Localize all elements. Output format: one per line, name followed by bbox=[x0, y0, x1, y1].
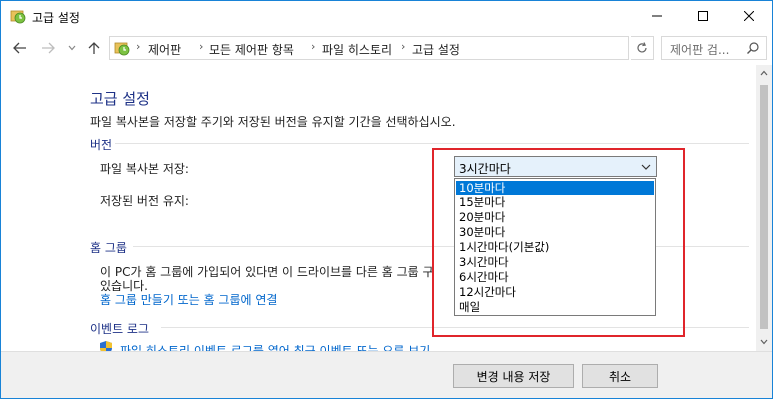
scrollbar-thumb[interactable] bbox=[760, 85, 768, 329]
save-frequency-dropdown-list: 10분마다 15분마다 20분마다 30분마다 1시간마다(기본값) 3시간마다… bbox=[454, 178, 656, 316]
save-frequency-combobox[interactable]: 3시간마다 bbox=[454, 156, 657, 177]
cancel-button[interactable]: 취소 bbox=[582, 364, 658, 388]
forward-button[interactable] bbox=[39, 39, 57, 57]
refresh-button[interactable] bbox=[631, 36, 654, 60]
back-button[interactable] bbox=[11, 39, 29, 57]
breadcrumb-control-panel[interactable]: 제어판 bbox=[148, 41, 181, 58]
window-title: 고급 설정 bbox=[32, 11, 80, 25]
forward-arrow-icon bbox=[42, 42, 55, 54]
dropdown-option[interactable]: 20분마다 bbox=[456, 210, 654, 224]
chevron-down-icon bbox=[68, 45, 76, 51]
close-button[interactable] bbox=[726, 1, 772, 31]
recent-locations-button[interactable] bbox=[63, 39, 81, 57]
scroll-up-icon[interactable] bbox=[760, 70, 768, 76]
breadcrumb-all-items[interactable]: 모든 제어판 항목 bbox=[209, 41, 294, 58]
keep-versions-label: 저장된 버전 유지: bbox=[100, 194, 189, 208]
page-description: 파일 복사본을 저장할 주기와 저장된 버전을 유지할 기간을 선택하십시오. bbox=[90, 115, 456, 129]
minimize-button[interactable] bbox=[634, 1, 680, 31]
homegroup-link[interactable]: 홈 그룹 만들기 또는 홈 그룹에 연결 bbox=[100, 291, 277, 308]
close-icon bbox=[744, 11, 754, 21]
homegroup-section-header: 홈 그룹 bbox=[90, 241, 127, 255]
scroll-down-icon[interactable] bbox=[760, 339, 768, 345]
versions-section-header: 버전 bbox=[90, 138, 113, 152]
maximize-icon bbox=[698, 11, 708, 21]
save-changes-button[interactable]: 변경 내용 저장 bbox=[453, 364, 574, 388]
navigation-bar: › 제어판 › 모든 제어판 항목 › 파일 히스토리 › 고급 설정 제어판 … bbox=[1, 31, 772, 65]
chevron-down-icon bbox=[641, 164, 651, 170]
advanced-settings-window: 고급 설정 › 제어판 › 모든 제어판 항목 › 파일 히스토리 › 고급 설… bbox=[0, 0, 773, 399]
chevron-right-icon: › bbox=[199, 40, 204, 53]
address-bar[interactable]: › 제어판 › 모든 제어판 항목 › 파일 히스토리 › 고급 설정 bbox=[109, 36, 731, 60]
file-history-icon bbox=[10, 10, 26, 24]
dropdown-option[interactable]: 6시간마다 bbox=[456, 270, 654, 284]
back-arrow-icon bbox=[13, 42, 26, 54]
dropdown-option[interactable]: 30분마다 bbox=[456, 225, 654, 239]
dialog-footer: 변경 내용 저장 취소 bbox=[1, 351, 772, 398]
vertical-scrollbar[interactable] bbox=[756, 65, 772, 351]
control-panel-icon bbox=[114, 42, 130, 56]
search-icon[interactable] bbox=[746, 41, 760, 55]
chevron-right-icon: › bbox=[311, 40, 316, 53]
search-placeholder: 제어판 검... bbox=[670, 43, 730, 57]
dropdown-option[interactable]: 3시간마다 bbox=[456, 255, 654, 269]
dropdown-option[interactable]: 15분마다 bbox=[456, 195, 654, 209]
page-title: 고급 설정 bbox=[90, 90, 150, 108]
title-bar: 고급 설정 bbox=[1, 1, 772, 31]
save-copies-label: 파일 복사본 저장: bbox=[100, 162, 189, 176]
section-divider bbox=[115, 143, 749, 144]
up-button[interactable] bbox=[85, 39, 103, 57]
eventlog-section-header: 이벤트 로그 bbox=[90, 322, 150, 336]
breadcrumb-file-history[interactable]: 파일 히스토리 bbox=[322, 41, 392, 58]
refresh-icon bbox=[637, 42, 647, 53]
chevron-right-icon: › bbox=[401, 40, 406, 53]
search-box[interactable]: 제어판 검... bbox=[661, 36, 767, 60]
homegroup-description: 이 PC가 홈 그룹에 가입되어 있다면 이 드라이브를 다른 홈 그룹 구 bbox=[100, 265, 434, 279]
dropdown-option[interactable]: 매일 bbox=[456, 300, 654, 314]
section-divider bbox=[161, 327, 749, 328]
maximize-button[interactable] bbox=[680, 1, 726, 31]
up-arrow-icon bbox=[88, 42, 100, 54]
save-frequency-selected-value: 3시간마다 bbox=[459, 162, 511, 176]
minimize-icon bbox=[652, 15, 662, 17]
section-divider bbox=[133, 246, 749, 247]
breadcrumb-advanced-settings[interactable]: 고급 설정 bbox=[412, 41, 460, 58]
chevron-right-icon: › bbox=[136, 40, 141, 53]
dropdown-option[interactable]: 1시간마다(기본값) bbox=[456, 240, 654, 254]
dropdown-option[interactable]: 12시간마다 bbox=[456, 285, 654, 299]
dropdown-option[interactable]: 10분마다 bbox=[456, 181, 654, 195]
